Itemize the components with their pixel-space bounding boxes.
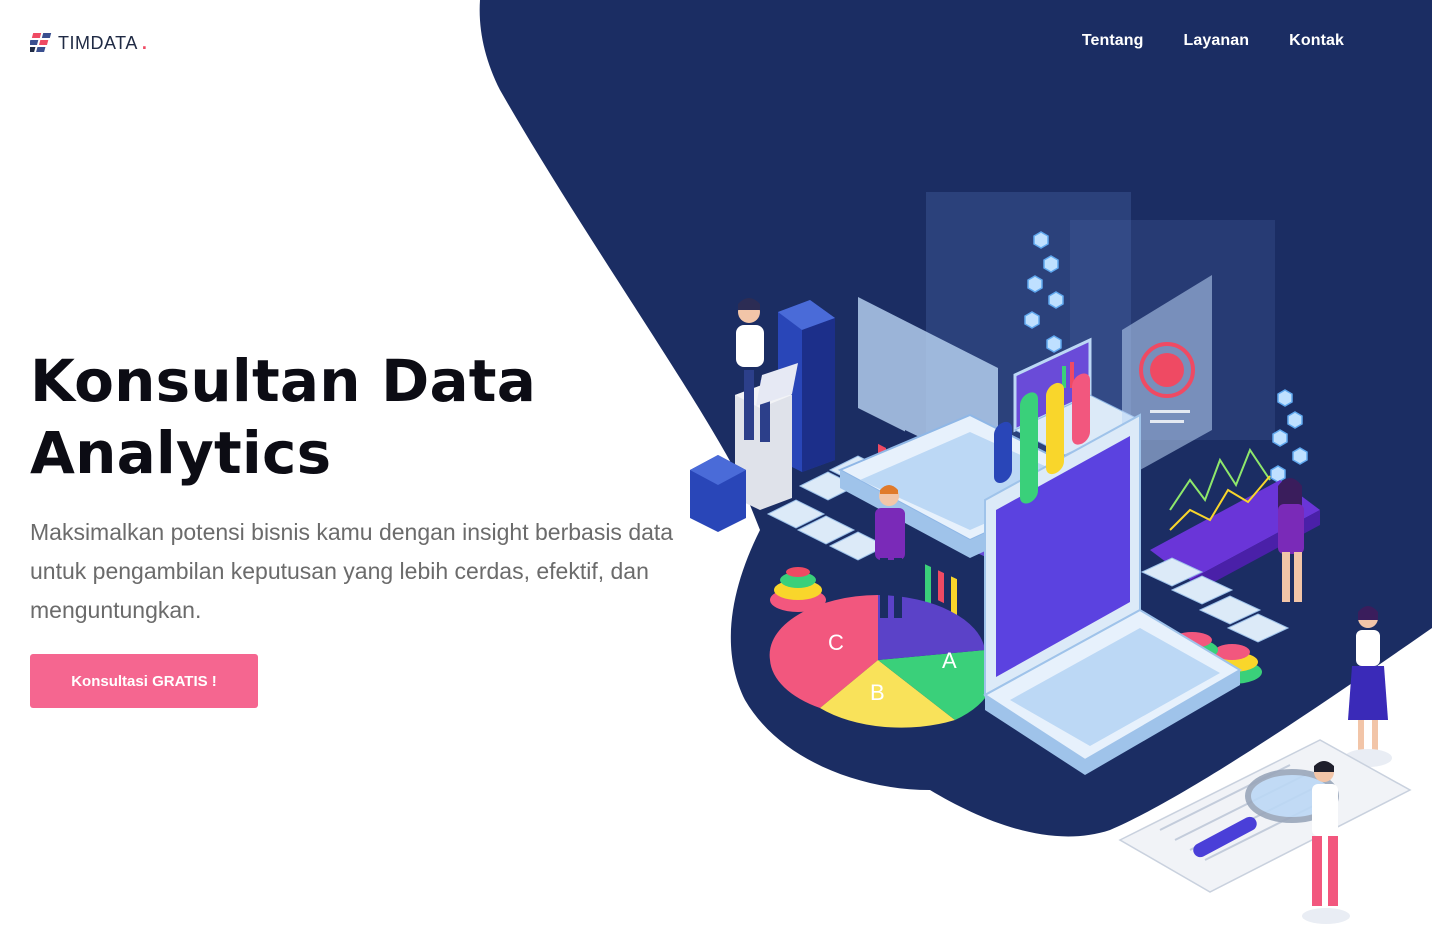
pie-label-a: A <box>942 648 957 673</box>
main-nav: Tentang Layanan Kontak <box>1082 32 1344 50</box>
pie-label-b: B <box>870 680 885 705</box>
hero-description: Maksimalkan potensi bisnis kamu dengan i… <box>30 519 674 623</box>
data-analytics-illustration: C A B <box>690 192 1412 924</box>
landing-page: TIMDATA. Tentang Layanan Kontak Konsulta… <box>0 0 1432 938</box>
hero-title-line1: Konsultan Data <box>30 347 537 415</box>
consultation-cta-button[interactable]: Konsultasi GRATIS ! <box>30 654 258 708</box>
brand-name: TIMDATA <box>58 32 138 53</box>
hero-title-line2: Analytics <box>30 419 332 487</box>
logo-mark-icon <box>30 33 52 52</box>
pie-label-c: C <box>828 630 844 655</box>
brand-logo[interactable]: TIMDATA. <box>30 30 147 56</box>
nav-item-layanan[interactable]: Layanan <box>1184 32 1250 50</box>
site-header: TIMDATA. Tentang Layanan Kontak <box>0 0 1432 86</box>
nav-item-tentang[interactable]: Tentang <box>1082 32 1144 50</box>
hero-title: Konsultan Data Analytics <box>30 345 690 489</box>
brand-dot: . <box>141 32 147 53</box>
hero-section: Konsultan Data Analytics Maksimalkan pot… <box>30 345 690 630</box>
nav-item-kontak[interactable]: Kontak <box>1289 32 1344 50</box>
